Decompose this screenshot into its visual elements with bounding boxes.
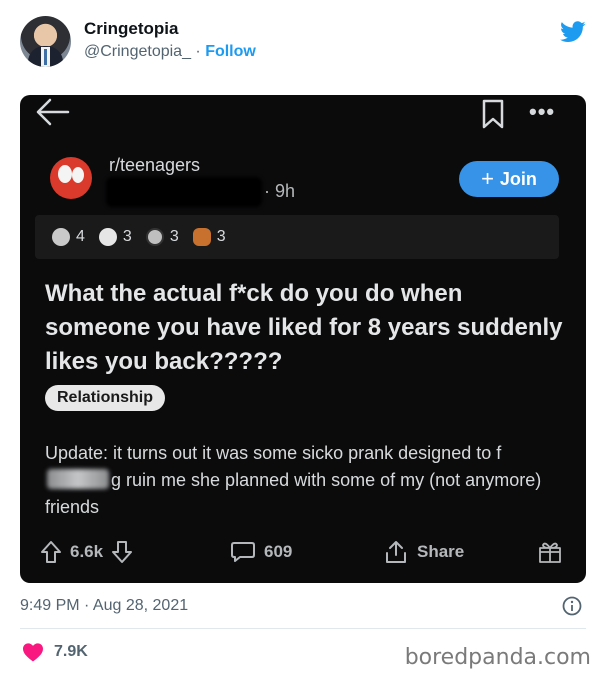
upvote-icon[interactable]	[40, 540, 62, 564]
award-icon	[145, 228, 164, 246]
plus-icon: +	[481, 166, 494, 191]
more-options-icon[interactable]: •••	[529, 99, 555, 125]
award-icon	[192, 228, 211, 246]
body-text-after: g ruin me she planned with some of my (n…	[45, 470, 542, 517]
award-icon	[52, 228, 70, 246]
gift-icon	[539, 542, 561, 563]
comment-icon	[231, 542, 255, 562]
back-arrow-icon[interactable]	[32, 95, 72, 129]
downvote-icon[interactable]	[111, 540, 133, 564]
awards-bar[interactable]: 4 3 3 3	[35, 215, 559, 259]
post-age: · 9h	[264, 181, 296, 201]
separator-dot: ·	[190, 43, 206, 60]
award-item: 4	[52, 228, 85, 246]
vote-group: 6.6k	[40, 532, 133, 572]
info-icon[interactable]	[562, 596, 582, 616]
join-button[interactable]: + Join	[459, 161, 559, 197]
source-watermark: boredpanda.com	[404, 645, 591, 670]
body-text-before: Update: it turns out it was some sicko p…	[45, 443, 502, 463]
share-button[interactable]: Share	[383, 532, 464, 572]
join-label: Join	[499, 168, 537, 189]
like-button[interactable]: 7.9K	[22, 642, 88, 662]
subreddit-avatar[interactable]	[50, 157, 92, 199]
author-handle-line: @Cringetopia_ · Follow	[84, 43, 256, 61]
comment-count: 609	[264, 542, 293, 561]
award-icon	[98, 228, 117, 246]
vote-count: 6.6k	[70, 542, 104, 561]
award-button[interactable]	[537, 532, 563, 572]
post-title: What the actual f*ck do you do when some…	[45, 280, 563, 375]
author-avatar[interactable]	[20, 16, 71, 67]
follow-button[interactable]: Follow	[205, 43, 256, 60]
post-body: Update: it turns out it was some sicko p…	[45, 440, 565, 521]
post-flair[interactable]: Relationship	[45, 385, 166, 411]
award-item: 3	[98, 228, 132, 246]
bookmark-icon[interactable]	[480, 99, 506, 129]
post-actions-bar: 6.6k 609 Share	[40, 532, 570, 572]
like-count: 7.9K	[54, 643, 88, 660]
subreddit-name[interactable]: r/teenagers	[109, 155, 200, 176]
twitter-bird-icon[interactable]	[560, 21, 586, 43]
award-count: 3	[169, 228, 179, 245]
heart-icon	[23, 643, 43, 662]
embedded-reddit-screenshot: ••• r/teenagers · 9h + Join 4 3 3 3 What…	[20, 95, 586, 583]
share-label: Share	[417, 542, 465, 561]
award-count: 3	[216, 228, 226, 245]
comments-button[interactable]: 609	[230, 532, 292, 572]
share-icon	[386, 541, 406, 563]
award-item: 3	[145, 228, 179, 246]
author-handle[interactable]: @Cringetopia_	[84, 43, 191, 60]
tweet-header: Cringetopia @Cringetopia_ · Follow	[20, 16, 590, 72]
award-item: 3	[192, 228, 226, 246]
censored-word	[47, 469, 109, 489]
tweet-timestamp[interactable]: 9:49 PM · Aug 28, 2021	[20, 597, 188, 615]
author-name[interactable]: Cringetopia	[84, 19, 178, 39]
redacted-username	[106, 177, 262, 207]
award-count: 4	[76, 228, 85, 245]
award-count: 3	[122, 228, 132, 245]
divider	[20, 628, 586, 629]
